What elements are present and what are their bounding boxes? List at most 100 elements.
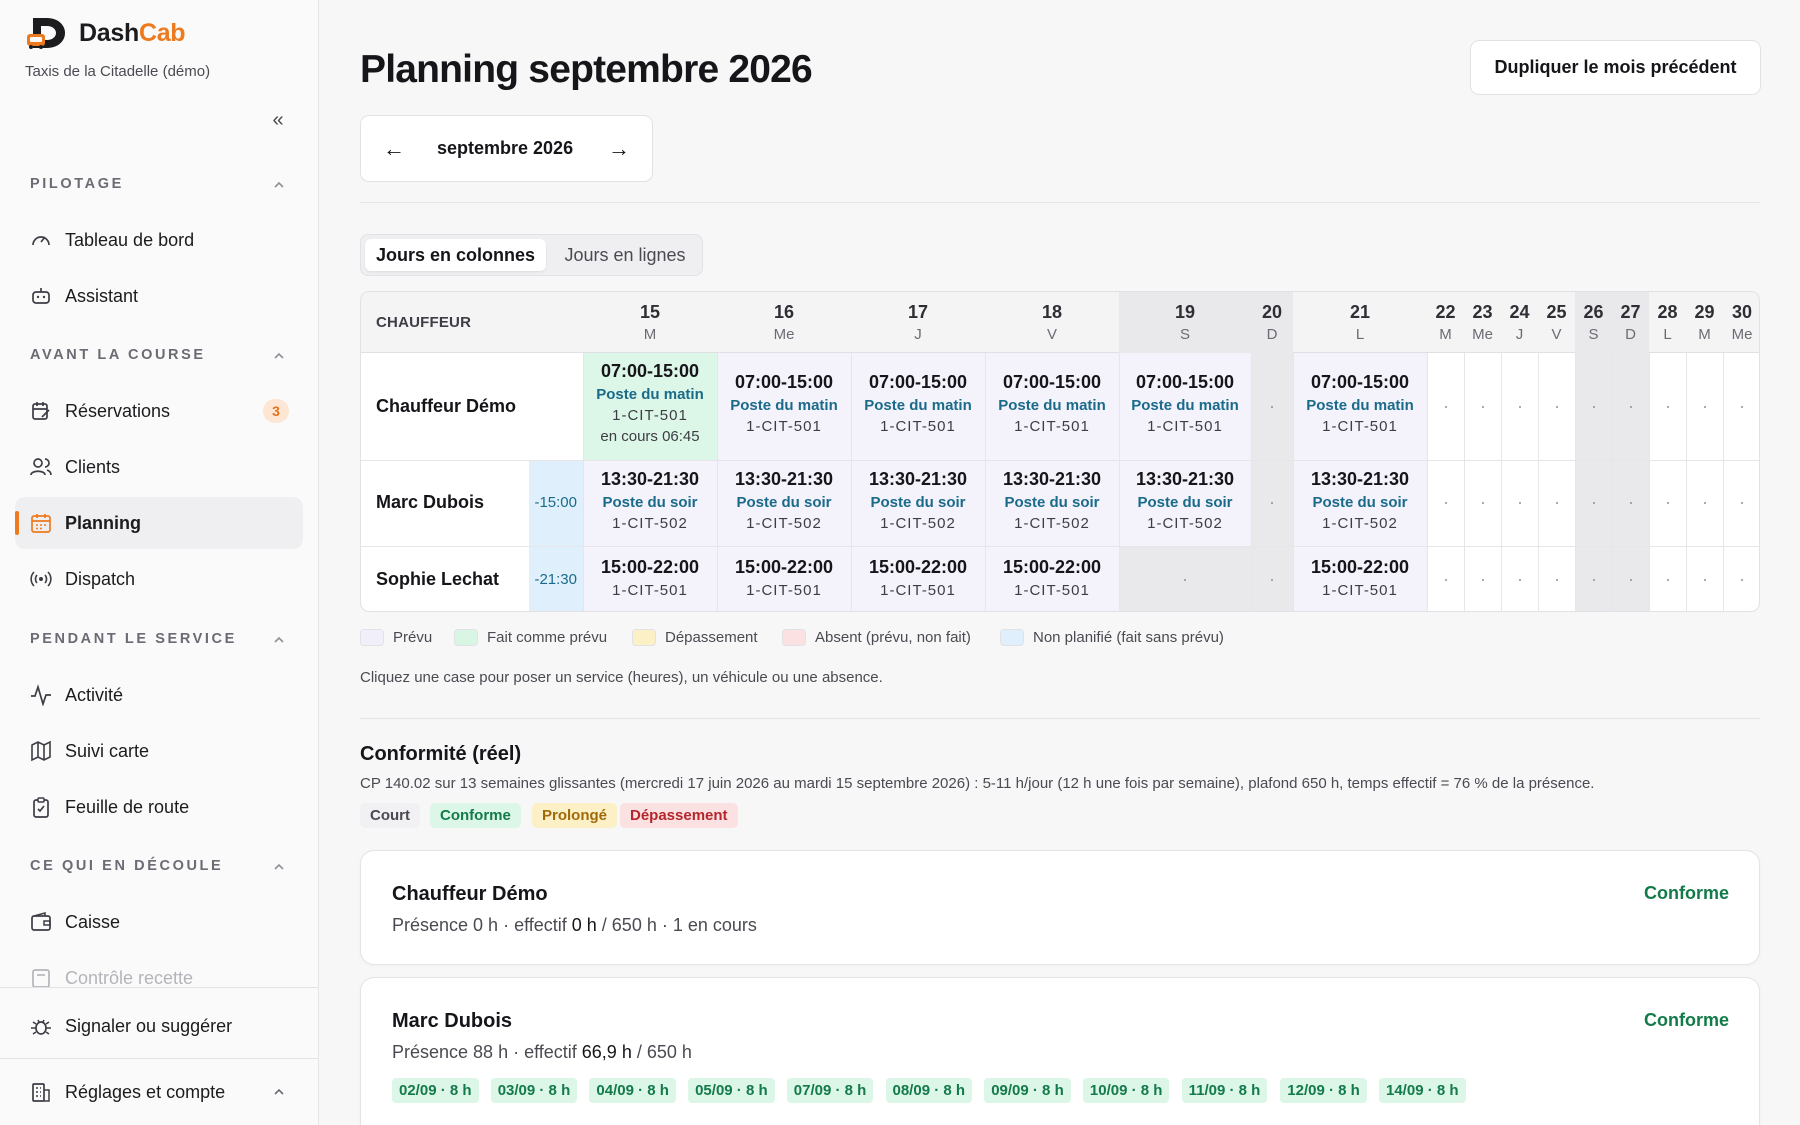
day-header[interactable]: 19 S [1119,292,1251,353]
driver-name[interactable]: Sophie Lechat [376,569,499,590]
empty-cell[interactable] [1649,546,1686,611]
view-option-columns[interactable]: Jours en colonnes [365,239,546,271]
sidebar-item-assistant[interactable]: Assistant [15,270,303,322]
chevron-up-icon[interactable] [272,860,286,874]
shift-cell[interactable]: 13:30-21:30 Poste du soir 1-CIT-502 [717,460,851,546]
empty-cell[interactable] [1723,353,1759,460]
sidebar-item-caisse[interactable]: Caisse [15,896,303,948]
day-header[interactable]: 18 V [985,292,1119,353]
shift-cell[interactable]: 13:30-21:30 Poste du soir 1-CIT-502 [1119,460,1251,546]
day-header[interactable]: 15 M [583,292,717,353]
day-header[interactable]: 25 V [1538,292,1575,353]
shift-cell[interactable]: 13:30-21:30 Poste du soir 1-CIT-502 [985,460,1119,546]
sidebar-item-clients[interactable]: Clients [15,441,303,493]
day-header[interactable]: 29 M [1686,292,1723,353]
chevron-up-icon[interactable] [272,1085,286,1104]
sidebar-item-dispatch[interactable]: Dispatch [15,553,303,605]
empty-cell[interactable] [1612,353,1649,460]
empty-cell[interactable] [1251,546,1293,611]
duplicate-month-button[interactable]: Dupliquer le mois précédent [1470,40,1761,95]
empty-cell[interactable] [1427,353,1464,460]
unplanned-shift[interactable]: -15:00 [529,460,583,546]
empty-cell[interactable] [1251,460,1293,546]
sidebar-item-suivi-carte[interactable]: Suivi carte [15,725,303,777]
shift-cell[interactable]: 07:00-15:00 Poste du matin 1-CIT-501 [851,353,985,460]
empty-cell[interactable] [1251,353,1293,460]
empty-cell[interactable] [1612,546,1649,611]
sidebar-item-reglages[interactable]: Réglages et compte [15,1066,303,1118]
empty-cell[interactable] [1427,546,1464,611]
chevrons-left-icon[interactable]: « [268,110,288,130]
day-header[interactable]: 24 J [1501,292,1538,353]
driver-compliance-card[interactable]: Chauffeur Démo Présence 0 h · effectif 0… [360,850,1760,965]
empty-cell[interactable] [1612,460,1649,546]
empty-cell[interactable] [1575,546,1612,611]
driver-name[interactable]: Marc Dubois [376,492,484,513]
empty-cell[interactable] [1649,460,1686,546]
chevron-up-icon[interactable] [272,633,286,647]
empty-cell[interactable] [1649,353,1686,460]
sidebar-item-planning[interactable]: Planning [15,497,303,549]
day-header[interactable]: 28 L [1649,292,1686,353]
shift-cell[interactable]: 13:30-21:30 Poste du soir 1-CIT-502 [851,460,985,546]
empty-cell[interactable] [1464,546,1501,611]
sidebar-item-activite[interactable]: Activité [15,669,303,721]
day-header[interactable]: 16 Me [717,292,851,353]
shift-cell[interactable]: 07:00-15:00 Poste du matin 1-CIT-501 [1119,353,1251,460]
view-option-rows[interactable]: Jours en lignes [550,239,700,271]
day-header[interactable]: 17 J [851,292,985,353]
day-header[interactable]: 26 S [1575,292,1612,353]
empty-cell[interactable] [1501,460,1538,546]
shift-cell[interactable]: 15:00-22:00 1-CIT-501 [1293,546,1427,611]
day-header[interactable]: 20 D [1251,292,1293,353]
empty-cell[interactable] [1538,353,1575,460]
empty-cell[interactable] [1501,353,1538,460]
empty-cell[interactable] [1538,460,1575,546]
shift-cell[interactable]: 13:30-21:30 Poste du soir 1-CIT-502 [1293,460,1427,546]
shift-cell[interactable]: 07:00-15:00 Poste du matin 1-CIT-501 [985,353,1119,460]
shift-cell[interactable]: 07:00-15:00 Poste du matin 1-CIT-501 [1293,353,1427,460]
shift-cell[interactable]: 07:00-15:00 Poste du matin 1-CIT-501 [717,353,851,460]
sidebar-item-dashboard[interactable]: Tableau de bord [15,214,303,266]
brand[interactable]: DashCab [25,16,186,50]
empty-cell[interactable] [1501,546,1538,611]
shift-cell[interactable]: 15:00-22:00 1-CIT-501 [851,546,985,611]
sidebar-item-reservations[interactable]: Réservations 3 [15,385,303,437]
driver-compliance-card[interactable]: Marc Dubois Présence 88 h · effectif 66,… [360,977,1760,1125]
day-header[interactable]: 30 Me [1723,292,1759,353]
empty-cell[interactable] [1464,353,1501,460]
empty-cell[interactable] [1575,353,1612,460]
day-header[interactable]: 22 M [1427,292,1464,353]
sidebar-item-signaler[interactable]: Signaler ou suggérer [15,1000,303,1052]
arrow-left-icon[interactable]: ← [379,134,409,164]
day-header[interactable]: 21 L [1293,292,1427,353]
shift-cell[interactable]: 15:00-22:00 1-CIT-501 [985,546,1119,611]
empty-cell[interactable] [1686,546,1723,611]
chevron-up-icon[interactable] [272,349,286,363]
empty-cell[interactable] [1464,460,1501,546]
day-number: 23 [1472,302,1493,322]
empty-cell[interactable] [1723,546,1759,611]
empty-cell[interactable] [1538,546,1575,611]
sidebar-item-feuille-de-route[interactable]: Feuille de route [15,781,303,833]
shift-cell[interactable]: 15:00-22:00 1-CIT-501 [717,546,851,611]
empty-cell[interactable] [1723,460,1759,546]
empty-mark [1184,578,1186,581]
shift-cell[interactable]: 13:30-21:30 Poste du soir 1-CIT-502 [583,460,717,546]
sidebar-item-controle-recette[interactable]: Contrôle recette [15,952,303,987]
day-header[interactable]: 23 Me [1464,292,1501,353]
empty-cell[interactable] [1575,460,1612,546]
driver-name[interactable]: Chauffeur Démo [376,396,516,417]
shift-cell[interactable]: 15:00-22:00 1-CIT-501 [583,546,717,611]
empty-cell[interactable] [1686,460,1723,546]
arrow-right-icon[interactable]: → [604,134,634,164]
unplanned-shift[interactable]: -21:30 [529,546,583,611]
empty-cell[interactable] [1427,460,1464,546]
day-header[interactable]: 27 D [1612,292,1649,353]
chevron-up-icon[interactable] [272,178,286,192]
day-weekday: M [1439,326,1452,343]
empty-cell[interactable] [1686,353,1723,460]
empty-cell[interactable] [1119,546,1251,611]
shift-cell[interactable]: 07:00-15:00 Poste du matin 1-CIT-501 en cou… [583,353,717,460]
day-hours-chip: 09/09 · 8 h [984,1078,1071,1103]
